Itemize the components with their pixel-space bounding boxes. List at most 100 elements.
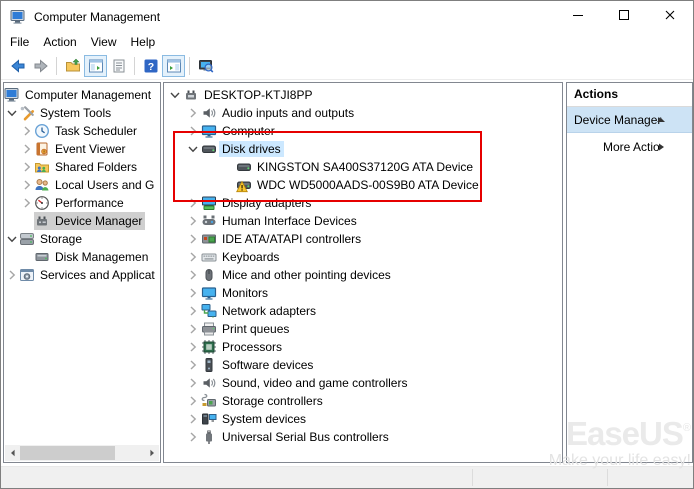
chevron-right-icon[interactable] — [20, 178, 34, 192]
chevron-right-icon[interactable] — [185, 340, 201, 354]
menu-view[interactable]: View — [84, 33, 124, 52]
maximize-button[interactable] — [601, 1, 647, 32]
show-console-tree-button[interactable] — [84, 55, 107, 77]
tree-item-sound-video-and-game-controllers[interactable]: Sound, video and game controllers — [164, 374, 562, 392]
tree-item-device-manager[interactable]: Device Manager — [4, 212, 160, 230]
toolbar-separator — [56, 57, 57, 75]
tree-item-keyboards[interactable]: Keyboards — [164, 248, 562, 266]
tree-item-ide-ata-atapi-controllers[interactable]: IDE ATA/ATAPI controllers — [164, 230, 562, 248]
chevron-right-icon[interactable] — [20, 142, 34, 156]
show-action-pane-button[interactable] — [162, 55, 185, 77]
forward-button[interactable] — [29, 55, 52, 77]
toolbar-separator — [189, 57, 190, 75]
arrow-forward-icon — [33, 58, 49, 74]
chevron-right-icon[interactable] — [185, 268, 201, 282]
tree-item-shared-folders[interactable]: Shared Folders — [4, 158, 160, 176]
maximize-icon — [616, 7, 632, 26]
scan-hardware-button[interactable] — [194, 55, 217, 77]
tree-item-universal-serial-bus-controllers[interactable]: Universal Serial Bus controllers — [164, 428, 562, 446]
tree-item-wdc-wd5000aads-00s9b0-ata-device[interactable]: WDC WD5000AADS-00S9B0 ATA Device — [164, 176, 562, 194]
chevron-right-icon[interactable] — [185, 286, 201, 300]
tree-item-performance[interactable]: Performance — [4, 194, 160, 212]
scroll-right-icon[interactable] — [144, 445, 159, 461]
tree-item-event-viewer[interactable]: Event Viewer — [4, 140, 160, 158]
chevron-right-icon[interactable] — [185, 376, 201, 390]
chevron-right-icon[interactable] — [185, 232, 201, 246]
tree-item-audio-inputs-and-outputs[interactable]: Audio inputs and outputs — [164, 104, 562, 122]
tree-item-content: Universal Serial Bus controllers — [201, 428, 392, 446]
menu-action[interactable]: Action — [36, 33, 83, 52]
chevron-down-icon[interactable] — [5, 232, 19, 246]
tree-item-software-devices[interactable]: Software devices — [164, 356, 562, 374]
computer-management-window: Computer Management FileActionViewHelp ?… — [0, 0, 694, 489]
chevron-right-icon[interactable] — [185, 106, 201, 120]
tree-item-mice-and-other-pointing-devices[interactable]: Mice and other pointing devices — [164, 266, 562, 284]
tree-item-task-scheduler[interactable]: Task Scheduler — [4, 122, 160, 140]
disk-icon — [201, 141, 217, 157]
scrollbar-track[interactable] — [20, 445, 144, 461]
more-actions-item[interactable]: More Actio — [567, 136, 692, 158]
tree-item-disk-drives[interactable]: Disk drives — [164, 140, 562, 158]
tree-item-disk-managemen[interactable]: Disk Managemen — [4, 248, 160, 266]
chevron-right-icon[interactable] — [20, 196, 34, 210]
chevron-right-icon[interactable] — [185, 214, 201, 228]
folder-up-icon — [65, 58, 81, 74]
tree-item-content: Audio inputs and outputs — [201, 104, 357, 122]
tree-item-desktop-ktji8pp[interactable]: DESKTOP-KTJI8PP — [164, 86, 562, 104]
menu-file[interactable]: File — [3, 33, 36, 52]
tree-item-computer[interactable]: Computer — [164, 122, 562, 140]
chevron-right-icon[interactable] — [185, 304, 201, 318]
chevron-right-icon[interactable] — [20, 124, 34, 138]
chevron-down-icon[interactable] — [185, 142, 201, 156]
tree-item-human-interface-devices[interactable]: Human Interface Devices — [164, 212, 562, 230]
scrollbar-thumb[interactable] — [20, 446, 115, 460]
sound-icon — [201, 375, 217, 391]
chevron-right-icon[interactable] — [20, 160, 34, 174]
tree-item-storage-controllers[interactable]: Storage controllers — [164, 392, 562, 410]
help-button[interactable]: ? — [139, 55, 162, 77]
chevron-right-icon[interactable] — [185, 358, 201, 372]
tree-item-local-users-and-g[interactable]: Local Users and G — [4, 176, 160, 194]
system-device-icon — [201, 411, 217, 427]
up-one-level-button[interactable] — [61, 55, 84, 77]
tree-item-system-devices[interactable]: System devices — [164, 410, 562, 428]
minimize-button[interactable] — [555, 1, 601, 32]
chevron-right-icon[interactable] — [185, 124, 201, 138]
tree-item-computer-management[interactable]: Computer Management — [4, 86, 160, 104]
tree-item-display-adapters[interactable]: Display adapters — [164, 194, 562, 212]
tree-item-label: KINGSTON SA400S37120G ATA Device — [254, 159, 476, 175]
properties-button[interactable] — [107, 55, 130, 77]
close-button[interactable] — [647, 1, 693, 32]
tree-item-content: Processors — [201, 338, 285, 356]
tree-item-label: Disk drives — [219, 141, 284, 157]
menu-help[interactable]: Help — [124, 33, 163, 52]
tree-item-services-and-applicat[interactable]: Services and Applicat — [4, 266, 160, 284]
tree-item-network-adapters[interactable]: Network adapters — [164, 302, 562, 320]
horizontal-scrollbar[interactable] — [5, 445, 159, 461]
storage-icon — [19, 231, 35, 247]
scroll-left-icon[interactable] — [5, 445, 20, 461]
back-button[interactable] — [6, 55, 29, 77]
tree-item-storage[interactable]: Storage — [4, 230, 160, 248]
chevron-right-icon[interactable] — [185, 322, 201, 336]
actions-group-device-manager[interactable]: Device Manager — [567, 107, 692, 133]
tree-item-kingston-sa400s37120g-ata-device[interactable]: KINGSTON SA400S37120G ATA Device — [164, 158, 562, 176]
collapse-up-icon[interactable] — [656, 115, 666, 125]
tree-item-print-queues[interactable]: Print queues — [164, 320, 562, 338]
tree-item-processors[interactable]: Processors — [164, 338, 562, 356]
services-icon — [19, 267, 35, 283]
chevron-right-icon[interactable] — [185, 196, 201, 210]
chevron-right-icon[interactable] — [5, 268, 19, 282]
tree-item-label: Audio inputs and outputs — [219, 105, 357, 121]
tree-item-system-tools[interactable]: System Tools — [4, 104, 160, 122]
tree-item-label: Print queues — [219, 321, 292, 337]
chevron-down-icon[interactable] — [167, 88, 183, 102]
chevron-right-icon[interactable] — [185, 412, 201, 426]
chevron-right-icon[interactable] — [185, 250, 201, 264]
device-tree: DESKTOP-KTJI8PPAudio inputs and outputs C… — [164, 83, 562, 446]
tree-item-label: Computer — [219, 123, 278, 139]
chevron-right-icon[interactable] — [185, 394, 201, 408]
chevron-down-icon[interactable] — [5, 106, 19, 120]
tree-item-monitors[interactable]: Monitors — [164, 284, 562, 302]
chevron-right-icon[interactable] — [185, 430, 201, 444]
